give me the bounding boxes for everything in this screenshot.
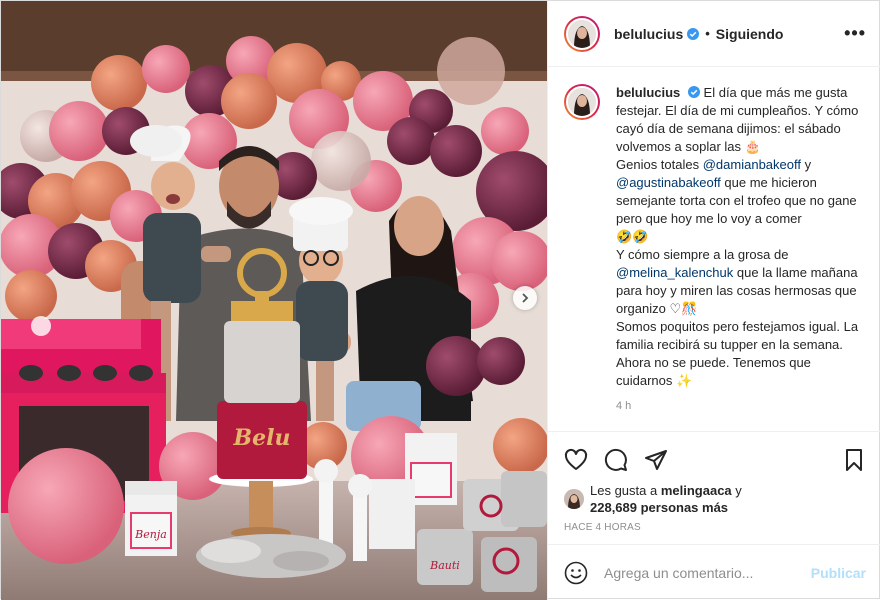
verified-icon — [687, 86, 700, 98]
verified-icon — [687, 27, 700, 40]
likes-count[interactable]: 228,689 personas más — [590, 500, 728, 515]
comment-input[interactable] — [604, 564, 803, 581]
comment-form: Publicar — [548, 544, 880, 600]
caption-time[interactable]: 4 h — [616, 400, 866, 412]
chevron-right-icon — [522, 293, 529, 303]
likes-summary: Les gusta a melingaaca y 228,689 persona… — [564, 482, 866, 516]
avatar-image — [564, 489, 584, 509]
cake-label: Belu — [233, 425, 291, 451]
likes-prefix: Les gusta a — [590, 483, 658, 498]
post-photo[interactable]: Belu Benja Bauti — [1, 1, 547, 600]
post-actions: Les gusta a melingaaca y 228,689 persona… — [548, 431, 880, 533]
mention-damianbakeoff[interactable]: @damianbakeoff — [703, 157, 801, 172]
username-link[interactable]: belulucius — [614, 26, 683, 42]
caption-avatar[interactable] — [564, 84, 600, 120]
post-header: belulucius • Siguiendo ••• — [548, 1, 880, 67]
cake-emoji-icon: 🎂 — [744, 139, 761, 154]
caption-text-4: Y cómo siempre a la grosa de — [616, 247, 789, 262]
mention-melina-kalenchuk[interactable]: @melina_kalenchuk — [616, 265, 733, 280]
laughing-emoji-icon: 🤣🤣 — [616, 229, 649, 244]
caption-and: y — [804, 157, 812, 172]
mention-agustinabakeoff[interactable]: @agustinabakeoff — [616, 175, 721, 190]
avatar-image — [568, 88, 596, 116]
caption-text-2: Genios totales — [616, 157, 700, 172]
liker-avatar[interactable] — [564, 489, 584, 509]
caption-text-6: Somos poquitos pero festejamos igual. La… — [616, 319, 859, 388]
comment-icon[interactable] — [604, 448, 628, 472]
following-button[interactable]: Siguiendo — [716, 26, 784, 42]
avatar-image — [568, 19, 596, 48]
box-label-benja: Benja — [134, 528, 167, 541]
posted-time[interactable]: HACE 4 HORAS — [564, 522, 866, 533]
tin-label-bauti: Bauti — [429, 559, 460, 572]
heart-icon[interactable] — [564, 448, 588, 472]
likes-conj: y — [735, 483, 742, 498]
post-modal: Belu Benja Bauti belulucius • Siguiendo … — [0, 0, 880, 600]
publish-button[interactable]: Publicar — [811, 565, 866, 581]
avatar[interactable] — [564, 15, 600, 52]
caption-section: belulucius El día que más me gusta feste… — [548, 68, 880, 430]
bookmark-icon[interactable] — [842, 448, 866, 472]
share-icon[interactable] — [644, 448, 668, 472]
liker-username[interactable]: melingaaca — [661, 483, 732, 498]
more-options-button[interactable]: ••• — [844, 23, 866, 44]
heart-emoji-icon: ♡🎊 — [669, 301, 698, 316]
separator-dot: • — [705, 26, 710, 41]
next-image-button[interactable] — [513, 286, 537, 310]
birthday-photo-illustration: Belu Benja Bauti — [1, 1, 547, 600]
caption-username[interactable]: belulucius — [616, 85, 680, 100]
post-caption: belulucius El día que más me gusta feste… — [616, 84, 866, 390]
virus-emoji-icon: ✨ — [676, 373, 693, 388]
smile-icon[interactable] — [564, 561, 588, 585]
post-sidebar: belulucius • Siguiendo ••• belulucius El… — [547, 1, 880, 600]
